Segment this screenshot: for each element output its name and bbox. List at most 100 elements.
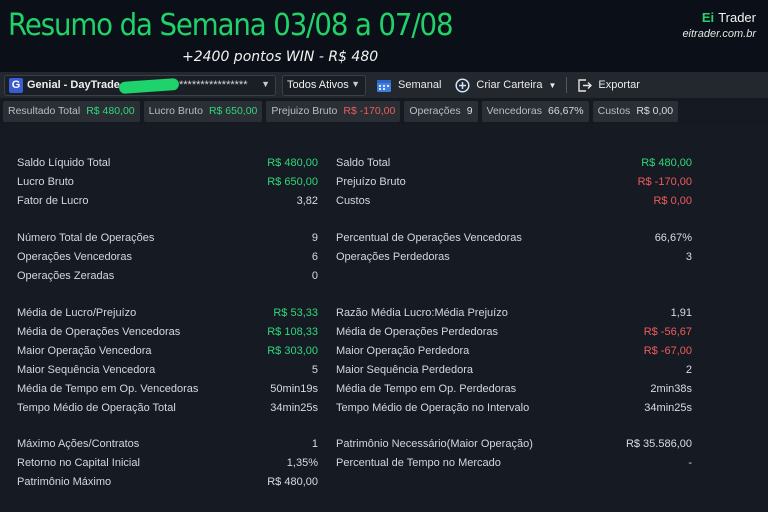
chip-value: R$ 480,00	[86, 105, 135, 117]
banner-title: Resumo da Semana 03/08 a 07/08	[8, 8, 454, 43]
stat-row: Máximo Ações/Contratos 1	[17, 438, 318, 457]
stat-value: 9	[311, 232, 318, 244]
stat-label: Lucro Bruto	[17, 176, 74, 188]
chip-value: R$ 650,00	[208, 105, 258, 117]
stat-value: 3,82	[296, 195, 318, 207]
stat-row: Percentual de Tempo no Mercado -	[336, 457, 692, 476]
stat-value: R$ -67,00	[643, 345, 692, 357]
assets-select[interactable]: Todos Ativos ▼	[282, 74, 366, 96]
toolbar: G Genial - DayTrade **************** ▼ T…	[0, 72, 768, 98]
chevron-down-icon: ▼	[261, 78, 270, 89]
stat-value: 6	[311, 251, 318, 263]
chip-label: Operações	[409, 105, 461, 117]
export-icon	[577, 78, 593, 93]
stat-row: Média de Tempo em Op. Perdedoras 2min38s	[336, 383, 692, 402]
chip-operations: Operações 9	[404, 100, 478, 122]
create-portfolio-button[interactable]: Criar Carteira ▼	[451, 75, 560, 96]
stat-label: Média de Operações Vencedoras	[17, 326, 181, 338]
broker-g-icon: G	[9, 77, 23, 93]
stat-row: Prejuízo Bruto R$ -170,00	[336, 176, 692, 195]
chip-gross-profit: Lucro Bruto R$ 650,00	[143, 100, 263, 122]
stat-row: Saldo Líquido Total R$ 480,00	[17, 157, 318, 176]
stat-value: R$ 35.586,00	[625, 438, 692, 450]
stat-value: 2min38s	[650, 383, 692, 395]
stat-label: Fator de Lucro	[17, 195, 89, 207]
redaction-scribble	[118, 77, 180, 94]
brand-logo: Ei Trader eitrader.com.br	[682, 10, 756, 40]
chip-value: R$ -170,00	[343, 105, 396, 117]
add-circle-icon	[455, 77, 470, 93]
chip-value: 9	[466, 105, 473, 117]
summary-chips: Resultado Total R$ 480,00 Lucro Bruto R$ 6…	[0, 99, 768, 123]
chip-winners: Vencedoras 66,67%	[481, 100, 589, 122]
stat-label: Patrimônio Máximo	[17, 476, 112, 488]
stat-value: 3	[685, 251, 692, 263]
stat-label: Operações Vencedoras	[17, 251, 132, 263]
stat-value: R$ -170,00	[637, 176, 692, 188]
stat-row: Operações Zeradas 0	[17, 270, 318, 289]
stat-label: Número Total de Operações	[17, 232, 155, 244]
stat-label: Média de Operações Perdedoras	[336, 326, 499, 338]
stat-value: 34min25s	[270, 402, 318, 414]
stat-value: -	[688, 457, 692, 469]
stat-value: R$ 53,33	[273, 307, 318, 319]
stat-value: 1	[311, 438, 318, 450]
create-portfolio-label: Criar Carteira	[476, 79, 543, 91]
stat-value: R$ 303,00	[267, 345, 318, 357]
stat-label: Maior Sequência Perdedora	[336, 364, 473, 376]
stat-label: Média de Tempo em Op. Vencedoras	[17, 383, 199, 395]
stat-row: Tempo Médio de Operação Total 34min25s	[17, 402, 318, 421]
caret-down-icon: ▼	[548, 80, 557, 90]
stat-label: Maior Operação Vencedora	[17, 345, 152, 357]
stat-label: Saldo Total	[336, 157, 391, 169]
chip-value: 66,67%	[548, 105, 584, 117]
brand-name: Trader	[718, 10, 756, 25]
stat-row: Custos R$ 0,00	[336, 195, 692, 214]
brand-url: eitrader.com.br	[682, 28, 756, 40]
stat-value: 2	[685, 364, 692, 376]
stat-row: Percentual de Operações Vencedoras 66,67%	[336, 232, 692, 251]
account-select[interactable]: G Genial - DayTrade **************** ▼	[4, 74, 276, 96]
stat-label: Maior Operação Perdedora	[336, 345, 470, 357]
chip-label: Resultado Total	[8, 105, 81, 117]
stat-row: Operações Perdedoras 3	[336, 251, 692, 270]
export-button[interactable]: Exportar	[573, 75, 644, 96]
stat-label: Operações Zeradas	[17, 270, 115, 282]
stat-label: Média de Lucro/Prejuízo	[17, 307, 137, 319]
stat-value: R$ 108,33	[267, 326, 318, 338]
stat-value: 66,67%	[654, 232, 692, 244]
stat-row: Fator de Lucro 3,82	[17, 195, 318, 214]
stat-value: R$ 0,00	[653, 195, 692, 207]
stat-label: Tempo Médio de Operação Total	[17, 402, 176, 414]
stat-row: Patrimônio Necessário(Maior Operação) R$ …	[336, 438, 692, 457]
stat-row: Retorno no Capital Inicial 1,35%	[17, 457, 318, 476]
chip-gross-loss: Prejuizo Bruto R$ -170,00	[266, 100, 401, 122]
chevron-down-icon: ▼	[351, 78, 360, 89]
stat-label: Patrimônio Necessário(Maior Operação)	[336, 438, 533, 450]
stat-value: R$ 650,00	[267, 176, 318, 188]
stat-label: Média de Tempo em Op. Perdedoras	[336, 383, 517, 395]
stat-label: Razão Média Lucro:Média Prejuízo	[336, 307, 508, 319]
calendar-icon	[376, 78, 392, 93]
stat-row: Maior Operação Vencedora R$ 303,00	[17, 345, 318, 364]
stat-value: 34min25s	[644, 402, 692, 414]
stat-row: Razão Média Lucro:Média Prejuízo 1,91	[336, 307, 692, 326]
stat-label: Tempo Médio de Operação no Intervalo	[336, 402, 530, 414]
stat-label: Maior Sequência Vencedora	[17, 364, 156, 376]
account-label: Genial - DayTrade	[27, 79, 120, 91]
chip-label: Prejuizo Bruto	[271, 105, 338, 117]
stat-value: R$ -56,67	[643, 326, 692, 338]
weekly-label: Semanal	[398, 79, 442, 91]
stat-row: Número Total de Operações 9	[17, 232, 318, 251]
weekly-button[interactable]: Semanal	[372, 75, 445, 96]
chip-costs: Custos R$ 0,00	[592, 100, 679, 122]
stat-value: 5	[311, 364, 318, 376]
header-banner: Resumo da Semana 03/08 a 07/08 +2400 pon…	[0, 0, 768, 72]
chip-label: Vencedoras	[486, 105, 542, 117]
stat-row: Operações Vencedoras 6	[17, 251, 318, 270]
toolbar-divider	[566, 77, 568, 93]
chip-label: Custos	[597, 105, 631, 117]
chip-value: R$ 0,00	[636, 105, 674, 117]
stat-value: R$ 480,00	[267, 476, 318, 488]
stat-label: Percentual de Tempo no Mercado	[336, 457, 501, 469]
